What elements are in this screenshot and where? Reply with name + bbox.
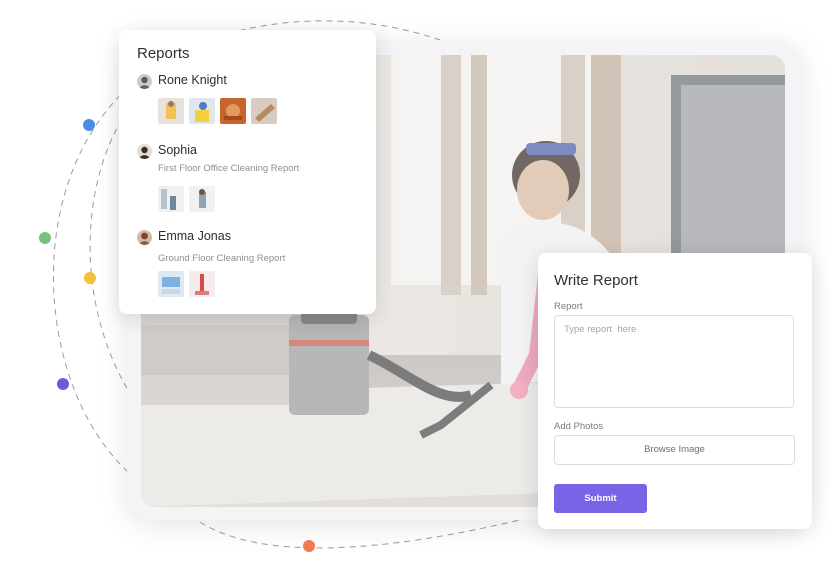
- report-photo-thumbnail[interactable]: [220, 98, 246, 124]
- orbit-dot-yellow: [84, 272, 96, 284]
- report-photo-thumbnail[interactable]: [158, 186, 184, 212]
- avatar: [137, 230, 152, 245]
- submit-button[interactable]: Submit: [554, 484, 647, 513]
- orbit-dot-orange: [303, 540, 315, 552]
- report-photos: [158, 186, 215, 212]
- orbit-dot-blue: [83, 119, 95, 131]
- report-photo-thumbnail[interactable]: [158, 271, 184, 297]
- orbit-dot-green: [39, 232, 51, 244]
- report-photo-thumbnail[interactable]: [189, 98, 215, 124]
- report-photo-thumbnail[interactable]: [189, 271, 215, 297]
- report-author-name: Sophia: [158, 143, 197, 157]
- report-author-name: Rone Knight: [158, 73, 227, 87]
- report-textarea[interactable]: [554, 315, 794, 408]
- report-subtitle: Ground Floor Cleaning Report: [158, 253, 286, 264]
- write-report-card: Write Report Report Add Photos Browse Im…: [538, 253, 812, 529]
- report-photo-thumbnail[interactable]: [158, 98, 184, 124]
- report-photos: [158, 271, 215, 297]
- add-photos-label: Add Photos: [554, 421, 604, 432]
- reports-title: Reports: [137, 45, 190, 62]
- avatar: [137, 74, 152, 89]
- avatar: [137, 144, 152, 159]
- report-photos: [158, 98, 277, 124]
- browse-image-button[interactable]: Browse Image: [554, 435, 795, 465]
- report-field-label: Report: [554, 301, 583, 312]
- report-photo-thumbnail[interactable]: [189, 186, 215, 212]
- report-photo-thumbnail[interactable]: [251, 98, 277, 124]
- report-subtitle: First Floor Office Cleaning Report: [158, 163, 300, 174]
- orbit-dot-purple: [57, 378, 69, 390]
- report-author-name: Emma Jonas: [158, 229, 231, 243]
- write-report-title: Write Report: [554, 272, 638, 289]
- reports-card: Reports Rone Knight Sophia First Floor O…: [119, 30, 376, 314]
